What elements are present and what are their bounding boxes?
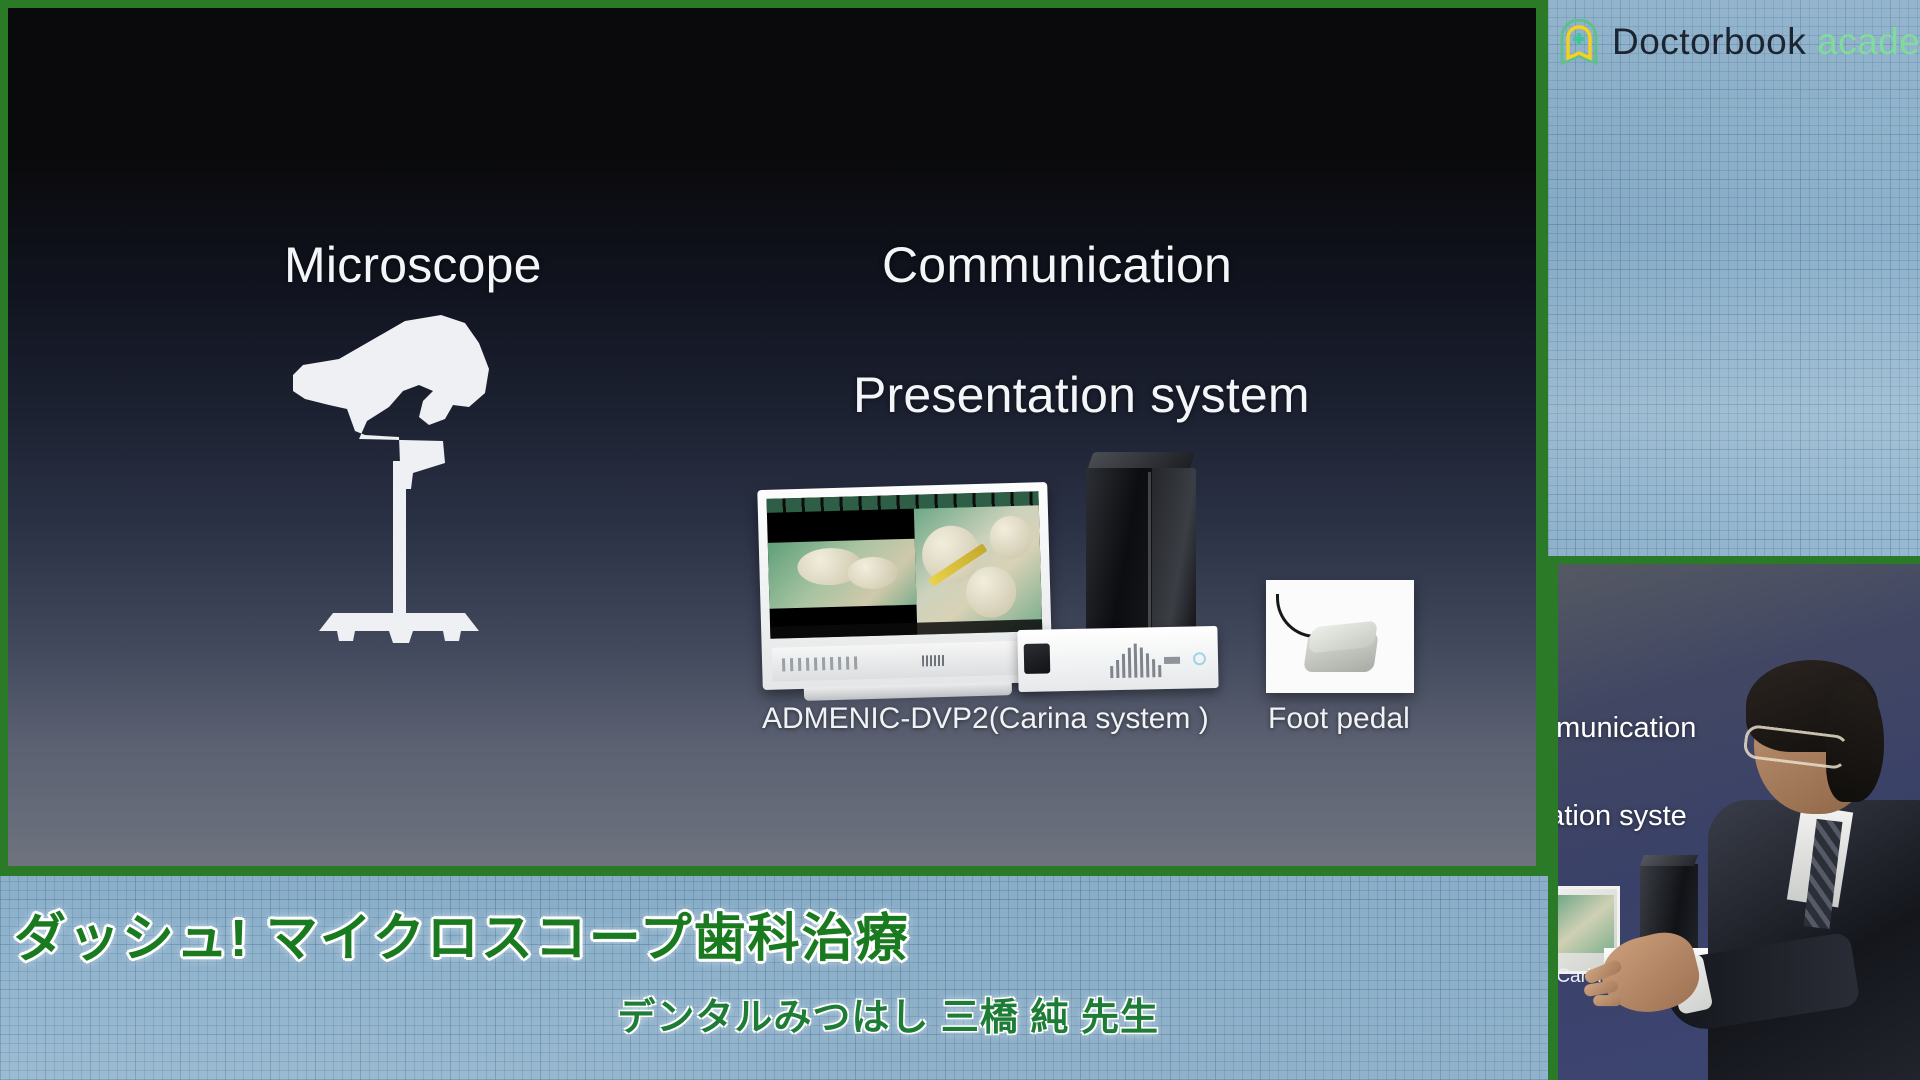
slide-frame: Microscope Communication Presentation sy… [0, 0, 1548, 876]
presenter-camera-feed[interactable]: mmunication ntation syste (Carina system… [1558, 564, 1920, 1080]
brand-text: Doctorbook academy [1612, 21, 1920, 63]
recorder-unit [1017, 625, 1219, 693]
brand-name-primary: Doctorbook [1612, 21, 1807, 62]
slide-heading-presentation-system: Presentation system [853, 367, 1310, 423]
brand-name-secondary: academy [1817, 21, 1920, 62]
equipment-label-foot-pedal: Foot pedal [1268, 702, 1410, 735]
program-title: ダッシュ! マイクロスコープ歯科治療 [14, 910, 910, 968]
medical-monitor [757, 481, 1053, 701]
tower-pc [1086, 452, 1196, 652]
presenter-name: デンタルみつはし 三橋 純 先生 [617, 997, 1159, 1039]
brand-logo: Doctorbook academy [1548, 14, 1920, 70]
presentation-slide: Microscope Communication Presentation sy… [8, 8, 1536, 866]
equipment-label-admenic: ADMENIC-DVP2(Carina system ) [762, 702, 1209, 735]
foot-pedal-image [1266, 580, 1414, 693]
slide-heading-microscope: Microscope [284, 237, 542, 293]
slide-heading-communication: Communication [882, 237, 1232, 293]
pip-slide-text-communication: mmunication [1558, 712, 1697, 744]
pip-slide-text-presentation: ntation syste [1558, 800, 1687, 832]
dental-microscope-icon [293, 315, 489, 643]
title-strip: ダッシュ! マイクロスコープ歯科治療 デンタルみつはし 三橋 純 先生 [0, 876, 1548, 1080]
doctorbook-bookmark-cross-icon [1560, 19, 1598, 65]
presenter-camera-frame: mmunication ntation syste (Carina system… [1548, 556, 1920, 1080]
